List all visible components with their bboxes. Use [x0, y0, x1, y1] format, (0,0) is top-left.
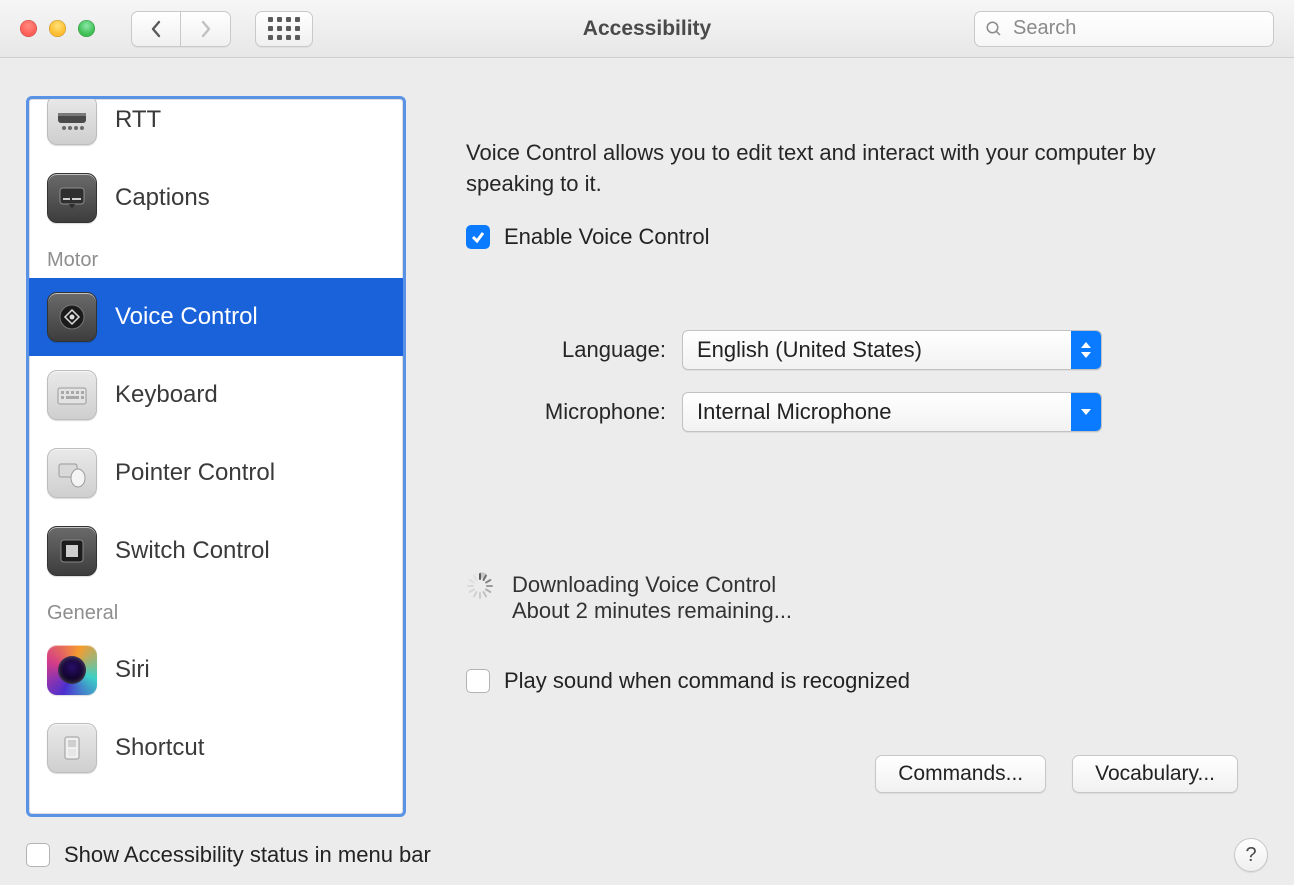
search-field[interactable] [974, 11, 1274, 47]
language-value: English (United States) [683, 337, 1071, 363]
microphone-popup[interactable]: Internal Microphone [682, 392, 1102, 432]
search-icon [985, 20, 1003, 38]
sidebar-item-captions[interactable]: Captions [29, 159, 403, 237]
voice-control-icon [47, 292, 97, 342]
spinner-icon [466, 572, 494, 600]
tty-icon [47, 96, 97, 145]
download-remaining: About 2 minutes remaining... [512, 598, 792, 624]
download-title: Downloading Voice Control [512, 572, 792, 598]
sidebar-item-label: Siri [115, 656, 150, 684]
show-status-checkbox[interactable]: Show Accessibility status in menu bar [26, 842, 431, 868]
grid-icon [268, 17, 300, 40]
sidebar-item-label: Captions [115, 184, 210, 212]
checkbox-unchecked-icon [26, 843, 50, 867]
minimize-window-button[interactable] [49, 20, 66, 37]
voice-control-panel: Voice Control allows you to edit text an… [426, 96, 1268, 817]
sidebar-item-label: Voice Control [115, 303, 258, 331]
sidebar-item-label: Shortcut [115, 734, 204, 762]
checkbox-unchecked-icon [466, 669, 490, 693]
back-button[interactable] [131, 11, 181, 47]
chevron-down-icon [1071, 393, 1101, 431]
updown-icon [1071, 331, 1101, 369]
language-popup[interactable]: English (United States) [682, 330, 1102, 370]
vocabulary-button[interactable]: Vocabulary... [1072, 755, 1238, 793]
show-status-label: Show Accessibility status in menu bar [64, 842, 431, 868]
captions-icon [47, 173, 97, 223]
checkbox-checked-icon [466, 225, 490, 249]
shortcut-icon [47, 723, 97, 773]
language-label: Language: [466, 337, 666, 363]
help-button[interactable]: ? [1234, 838, 1268, 872]
sidebar-section-general: General [29, 590, 403, 631]
nav-buttons [131, 11, 231, 47]
chevron-right-icon [200, 20, 212, 38]
sidebar-item-shortcut[interactable]: Shortcut [29, 709, 403, 787]
voice-control-description: Voice Control allows you to edit text an… [466, 138, 1186, 200]
sidebar-item-label: RTT [115, 106, 161, 134]
siri-icon [47, 645, 97, 695]
sidebar-item-switch-control[interactable]: Switch Control [29, 512, 403, 590]
sidebar[interactable]: RTT Captions Motor Voice Control Keyb [26, 96, 406, 817]
zoom-window-button[interactable] [78, 20, 95, 37]
footer: Show Accessibility status in menu bar ? [0, 825, 1294, 885]
sidebar-item-pointer-control[interactable]: Pointer Control [29, 434, 403, 512]
titlebar: Accessibility [0, 0, 1294, 58]
sidebar-item-label: Switch Control [115, 537, 270, 565]
microphone-value: Internal Microphone [683, 399, 1071, 425]
commands-button[interactable]: Commands... [875, 755, 1046, 793]
forward-button[interactable] [181, 11, 231, 47]
chevron-left-icon [150, 20, 162, 38]
sidebar-item-keyboard[interactable]: Keyboard [29, 356, 403, 434]
close-window-button[interactable] [20, 20, 37, 37]
search-field-wrap [974, 11, 1274, 47]
sidebar-item-rtt[interactable]: RTT [29, 96, 403, 159]
show-all-button[interactable] [255, 11, 313, 47]
window-controls [20, 20, 95, 37]
play-sound-checkbox[interactable]: Play sound when command is recognized [466, 668, 1238, 694]
keyboard-icon [47, 370, 97, 420]
play-sound-label: Play sound when command is recognized [504, 668, 910, 694]
enable-voice-control-label: Enable Voice Control [504, 224, 709, 250]
sidebar-item-label: Pointer Control [115, 459, 275, 487]
sidebar-section-motor: Motor [29, 237, 403, 278]
search-input[interactable] [1011, 16, 1263, 41]
microphone-label: Microphone: [466, 399, 666, 425]
switch-control-icon [47, 526, 97, 576]
sidebar-item-voice-control[interactable]: Voice Control [29, 278, 403, 356]
question-icon: ? [1245, 844, 1256, 867]
sidebar-item-siri[interactable]: Siri [29, 631, 403, 709]
enable-voice-control-checkbox[interactable]: Enable Voice Control [466, 224, 1238, 250]
sidebar-item-label: Keyboard [115, 381, 218, 409]
download-status: Downloading Voice Control About 2 minute… [466, 572, 1238, 624]
pointer-control-icon [47, 448, 97, 498]
